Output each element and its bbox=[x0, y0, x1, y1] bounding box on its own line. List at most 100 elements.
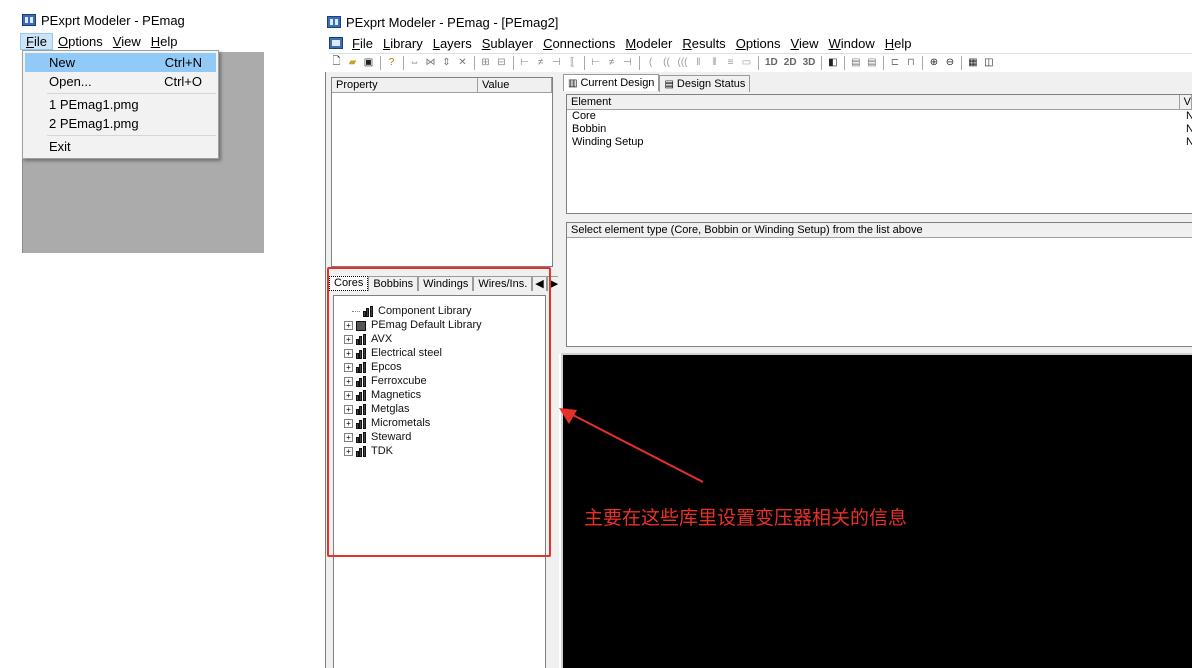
sublayer-bracket-icon[interactable]: ⟦ bbox=[565, 55, 580, 70]
menu-results[interactable]: Results bbox=[677, 36, 730, 51]
menu-item-open[interactable]: Open... Ctrl+O bbox=[25, 72, 216, 91]
table-row[interactable]: Winding Setup N bbox=[567, 136, 1192, 149]
element-name: Core bbox=[572, 110, 596, 122]
winding-5-icon[interactable]: ⦀ bbox=[707, 55, 722, 70]
menu-separator bbox=[47, 135, 216, 136]
winding-4-icon[interactable]: ‖ bbox=[691, 55, 706, 70]
connection-2-icon[interactable]: ≠ bbox=[604, 55, 619, 70]
winding-7-icon[interactable]: ▭ bbox=[739, 55, 754, 70]
menu-item-open-label: Open... bbox=[49, 74, 92, 89]
toolbar-separator bbox=[403, 55, 404, 70]
sublayer-split-icon[interactable]: ≠ bbox=[533, 55, 548, 70]
toolbar-separator bbox=[844, 55, 846, 70]
toolbar-separator bbox=[380, 55, 381, 70]
menu-help[interactable]: Help bbox=[880, 36, 917, 51]
menu-library[interactable]: Library bbox=[378, 36, 428, 51]
merge-icon[interactable]: ⋈ bbox=[423, 55, 438, 70]
open-folder-icon[interactable]: ▰ bbox=[345, 55, 360, 70]
element-value: N bbox=[1186, 123, 1192, 135]
cascade-windows-icon[interactable]: ◫ bbox=[981, 55, 996, 70]
value-column-header[interactable]: V bbox=[1179, 95, 1192, 110]
menu-item-recent-1[interactable]: 1 PEmag1.pmg bbox=[25, 95, 216, 114]
model-icon[interactable]: ◧ bbox=[825, 55, 840, 70]
menu-item-recent-2[interactable]: 2 PEmag1.pmg bbox=[25, 114, 216, 133]
sublayer-join-icon[interactable]: ⊣ bbox=[549, 55, 564, 70]
toolbar-separator bbox=[474, 55, 475, 70]
app-icon bbox=[22, 14, 36, 26]
results-2-icon[interactable]: ▤ bbox=[864, 55, 879, 70]
toolbar-separator bbox=[883, 55, 885, 70]
toolbar-separator bbox=[821, 55, 823, 70]
document-icon[interactable] bbox=[329, 37, 343, 49]
toolbar-separator bbox=[584, 55, 585, 70]
help-icon[interactable]: ? bbox=[384, 55, 399, 70]
main-window-titlebar: PExprt Modeler - PEmag - [PEmag2] bbox=[327, 12, 558, 32]
circuit-icon[interactable]: ⊏ bbox=[887, 55, 902, 70]
layer-edit-icon[interactable]: ⊟ bbox=[494, 55, 509, 70]
sublayer-insert-icon[interactable]: ⊢ bbox=[517, 55, 532, 70]
hint-text: Select element type (Core, Bobbin or Win… bbox=[567, 223, 1192, 238]
menu-file[interactable]: File bbox=[347, 36, 378, 51]
highlight-box bbox=[327, 267, 551, 557]
new-file-icon[interactable]: 🗋 bbox=[329, 55, 344, 70]
zoom-out-icon[interactable]: ⊖ bbox=[942, 55, 957, 70]
arrow-line bbox=[566, 411, 704, 483]
mini-menubar: File Options View Help bbox=[20, 31, 183, 51]
move-vertical-icon[interactable]: ⇕ bbox=[439, 55, 454, 70]
menu-options[interactable]: Options bbox=[53, 34, 108, 49]
zoom-in-icon[interactable]: ⊕ bbox=[926, 55, 941, 70]
mini-window-titlebar: PExprt Modeler - PEmag bbox=[22, 10, 185, 30]
table-row[interactable]: Core N bbox=[567, 110, 1192, 123]
tab-design-status[interactable]: ▤ Design Status bbox=[659, 75, 751, 92]
menu-modeler[interactable]: Modeler bbox=[620, 36, 677, 51]
element-table: Element V Core N Bobbin N Winding Setup … bbox=[566, 94, 1192, 214]
layer-add-icon[interactable]: ⊞ bbox=[478, 55, 493, 70]
winding-6-icon[interactable]: ≡ bbox=[723, 55, 738, 70]
toolbar-separator bbox=[758, 55, 759, 70]
table-row[interactable]: Bobbin N bbox=[567, 123, 1192, 136]
design-icon: ▥ bbox=[568, 77, 578, 89]
connection-3-icon[interactable]: ⊣ bbox=[620, 55, 635, 70]
element-value: N bbox=[1186, 136, 1192, 148]
cross-icon[interactable]: ✕ bbox=[455, 55, 470, 70]
value-column-header[interactable]: Value bbox=[478, 78, 552, 93]
menu-item-exit-label: Exit bbox=[49, 139, 71, 154]
connection-1-icon[interactable]: ⊢ bbox=[588, 55, 603, 70]
view-2d-button[interactable]: 2D bbox=[784, 57, 797, 68]
main-toolbar: 🗋 ▰ ▣ ? ⇔ ⋈ ⇕ ✕ ⊞ ⊟ ⊢ ≠ ⊣ ⟦ ⊢ ≠ ⊣ ( (( (… bbox=[329, 53, 1192, 71]
element-column-header[interactable]: Element bbox=[567, 95, 1180, 110]
document-icon: ▤ bbox=[664, 78, 674, 90]
tab-design-status-label: Design Status bbox=[676, 77, 746, 90]
element-value: N bbox=[1186, 110, 1192, 122]
property-column-header[interactable]: Property bbox=[332, 78, 478, 93]
menu-sublayer[interactable]: Sublayer bbox=[477, 36, 538, 51]
menu-window[interactable]: Window bbox=[823, 36, 879, 51]
main-menubar: File Library Layers Sublayer Connections… bbox=[327, 33, 916, 53]
table-icon[interactable]: ▦ bbox=[965, 55, 980, 70]
winding-2-icon[interactable]: (( bbox=[659, 55, 674, 70]
menu-view[interactable]: View bbox=[108, 34, 146, 49]
results-1-icon[interactable]: ▤ bbox=[848, 55, 863, 70]
circuit-2-icon[interactable]: ⊓ bbox=[903, 55, 918, 70]
view-1d-button[interactable]: 1D bbox=[765, 57, 778, 68]
menu-item-recent-1-label: 1 PEmag1.pmg bbox=[49, 97, 139, 112]
main-window-title: PExprt Modeler - PEmag - [PEmag2] bbox=[346, 14, 559, 30]
menu-connections[interactable]: Connections bbox=[538, 36, 620, 51]
menu-help[interactable]: Help bbox=[146, 34, 183, 49]
mini-window-title: PExprt Modeler - PEmag bbox=[41, 12, 185, 28]
view-3d-button[interactable]: 3D bbox=[803, 57, 816, 68]
menu-layers[interactable]: Layers bbox=[428, 36, 477, 51]
tab-current-design[interactable]: ▥ Current Design bbox=[563, 74, 660, 91]
menu-item-recent-2-label: 2 PEmag1.pmg bbox=[49, 116, 139, 131]
save-icon[interactable]: ▣ bbox=[361, 55, 376, 70]
property-panel: Property Value bbox=[331, 77, 553, 267]
menu-view[interactable]: View bbox=[786, 36, 824, 51]
winding-3-icon[interactable]: ((( bbox=[675, 55, 690, 70]
menu-item-new[interactable]: New Ctrl+N bbox=[25, 53, 216, 72]
menu-item-exit[interactable]: Exit bbox=[25, 137, 216, 156]
design-tabs: ▥ Current Design ▤ Design Status bbox=[563, 74, 751, 92]
menu-options[interactable]: Options bbox=[731, 36, 786, 51]
winding-1-icon[interactable]: ( bbox=[643, 55, 658, 70]
menu-file[interactable]: File bbox=[20, 32, 53, 50]
move-horizontal-icon[interactable]: ⇔ bbox=[407, 55, 422, 70]
